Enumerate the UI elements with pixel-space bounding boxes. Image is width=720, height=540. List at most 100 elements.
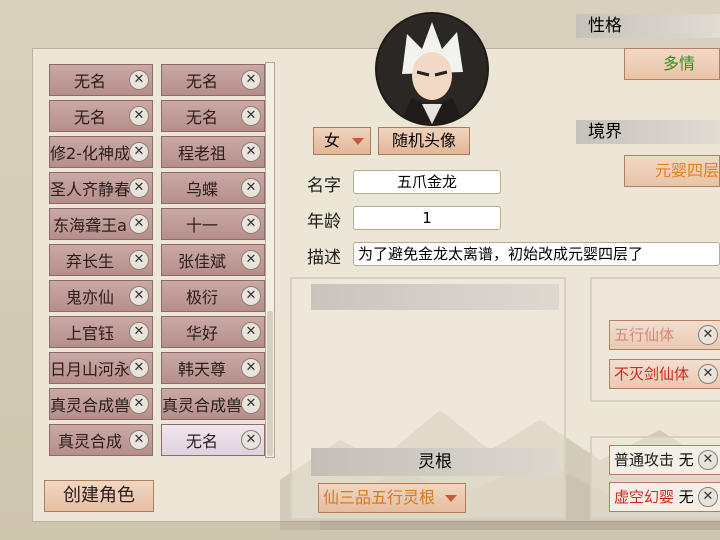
- delete-icon[interactable]: ✕: [129, 142, 149, 162]
- character-name: 鬼亦仙: [65, 288, 114, 307]
- trait-name: 五行仙体: [614, 326, 675, 344]
- gender-value: 女: [324, 131, 341, 150]
- character-name: 无名: [73, 108, 106, 127]
- character-slot[interactable]: 真灵合成兽 ✕: [49, 388, 153, 420]
- character-name: 程老祖: [177, 144, 226, 163]
- character-name: 无名: [185, 108, 218, 127]
- character-slot[interactable]: 东海聋王a ✕: [49, 208, 153, 240]
- character-slot[interactable]: 十一 ✕: [161, 208, 265, 240]
- gender-dropdown[interactable]: 女: [313, 127, 371, 155]
- delete-icon[interactable]: ✕: [129, 358, 149, 378]
- character-name: 无名: [73, 72, 106, 91]
- delete-icon[interactable]: ✕: [241, 250, 261, 270]
- spirit-root-top-bar: [311, 284, 559, 310]
- character-name: 韩天尊: [177, 360, 226, 379]
- character-name: 真灵合成兽: [162, 396, 242, 415]
- delete-icon[interactable]: ✕: [129, 106, 149, 126]
- description-input[interactable]: 为了避免金龙太离谱，初始改成元婴四层了: [353, 242, 720, 266]
- scrollbar-thumb[interactable]: [267, 311, 273, 456]
- character-name: 真灵合成: [57, 432, 122, 451]
- character-slot[interactable]: 乌蝶 ✕: [161, 172, 265, 204]
- avatar-portrait-icon: [377, 14, 487, 124]
- skill-name: 虚空幻婴: [614, 488, 675, 506]
- character-slot[interactable]: 上官钰 ✕: [49, 316, 153, 348]
- delete-icon[interactable]: ✕: [241, 286, 261, 306]
- dropdown-arrow-icon: [445, 495, 457, 502]
- character-slot[interactable]: 张佳斌 ✕: [161, 244, 265, 276]
- spirit-root-dropdown[interactable]: 仙三品五行灵根: [318, 483, 466, 513]
- character-name: 张佳斌: [177, 252, 226, 271]
- delete-icon[interactable]: ✕: [129, 430, 149, 450]
- delete-icon[interactable]: ✕: [241, 430, 261, 450]
- character-slot[interactable]: 华好 ✕: [161, 316, 265, 348]
- delete-icon[interactable]: ✕: [241, 394, 261, 414]
- character-slot[interactable]: 真灵合成兽 ✕: [161, 388, 265, 420]
- character-slot[interactable]: 真灵合成 ✕: [49, 424, 153, 456]
- character-slot[interactable]: 无名 ✕: [161, 64, 265, 96]
- character-name: 无名: [185, 432, 218, 451]
- character-name: 十一: [185, 216, 218, 235]
- delete-icon[interactable]: ✕: [129, 286, 149, 306]
- character-slot[interactable]: 鬼亦仙 ✕: [49, 280, 153, 312]
- character-slot[interactable]: 程老祖 ✕: [161, 136, 265, 168]
- desc-label: 描述: [307, 248, 341, 268]
- remove-icon[interactable]: ✕: [698, 487, 718, 507]
- character-slot[interactable]: 无名 ✕: [161, 424, 265, 456]
- character-name: 无名: [185, 72, 218, 91]
- delete-icon[interactable]: ✕: [129, 214, 149, 234]
- personality-header: 性格: [576, 14, 720, 38]
- name-input[interactable]: 五爪金龙: [353, 170, 501, 194]
- age-label: 年龄: [307, 212, 341, 232]
- skill-name: 普通攻击: [614, 451, 675, 469]
- delete-icon[interactable]: ✕: [129, 250, 149, 270]
- delete-icon[interactable]: ✕: [241, 106, 261, 126]
- character-slot[interactable]: 无名 ✕: [49, 100, 153, 132]
- character-name: 圣人齐静春: [50, 180, 130, 199]
- character-slot[interactable]: 日月山河永 ✕: [49, 352, 153, 384]
- character-name: 弃长生: [65, 252, 114, 271]
- character-slot[interactable]: 极衍 ✕: [161, 280, 265, 312]
- personality-button[interactable]: 多情: [624, 48, 720, 80]
- remove-icon[interactable]: ✕: [698, 325, 718, 345]
- character-slot[interactable]: 韩天尊 ✕: [161, 352, 265, 384]
- character-name: 真灵合成兽: [50, 396, 130, 415]
- character-slot[interactable]: 圣人齐静春 ✕: [49, 172, 153, 204]
- create-character-button[interactable]: 创建角色: [44, 480, 154, 512]
- remove-icon[interactable]: ✕: [698, 364, 718, 384]
- delete-icon[interactable]: ✕: [241, 142, 261, 162]
- character-name: 乌蝶: [185, 180, 218, 199]
- remove-icon[interactable]: ✕: [698, 450, 718, 470]
- name-label: 名字: [307, 176, 341, 196]
- delete-icon[interactable]: ✕: [241, 322, 261, 342]
- character-slot[interactable]: 无名 ✕: [49, 64, 153, 96]
- character-name: 上官钰: [65, 324, 114, 343]
- trait-item[interactable]: 五行仙体 ✕: [609, 320, 720, 350]
- character-slot[interactable]: 修2-化神成 ✕: [49, 136, 153, 168]
- character-slot[interactable]: 无名 ✕: [161, 100, 265, 132]
- character-name: 东海聋王a: [53, 216, 127, 235]
- random-avatar-button[interactable]: 随机头像: [378, 127, 470, 155]
- character-list[interactable]: 无名 ✕ 无名 ✕ 无名 ✕ 无名 ✕ 修2-化神成 ✕ 程老祖 ✕ 圣人齐静春 ✕ 乌蝶 ✕ 东海聋王a ✕ 十一…: [45, 62, 277, 458]
- trait-name: 不灭剑仙体: [614, 365, 690, 383]
- age-input[interactable]: 1: [353, 206, 501, 230]
- delete-icon[interactable]: ✕: [241, 358, 261, 378]
- character-name: 极衍: [185, 288, 218, 307]
- character-list-scrollbar[interactable]: [265, 62, 275, 458]
- delete-icon[interactable]: ✕: [241, 178, 261, 198]
- trait-item[interactable]: 不灭剑仙体 ✕: [609, 359, 720, 389]
- character-name: 华好: [185, 324, 218, 343]
- delete-icon[interactable]: ✕: [129, 394, 149, 414]
- delete-icon[interactable]: ✕: [241, 214, 261, 234]
- delete-icon[interactable]: ✕: [129, 322, 149, 342]
- delete-icon[interactable]: ✕: [129, 178, 149, 198]
- character-slot[interactable]: 弃长生 ✕: [49, 244, 153, 276]
- skill-item[interactable]: 普通攻击 无 ✕: [609, 445, 720, 475]
- realm-button[interactable]: 元婴四层: [624, 155, 720, 187]
- skill-item[interactable]: 虚空幻婴 无 ✕: [609, 482, 720, 512]
- delete-icon[interactable]: ✕: [129, 70, 149, 90]
- spirit-root-header: 灵根: [311, 448, 559, 476]
- skill-suffix: 无: [678, 451, 694, 469]
- delete-icon[interactable]: ✕: [241, 70, 261, 90]
- skill-suffix: 无: [678, 488, 694, 506]
- character-name: 修2-化神成: [50, 144, 130, 163]
